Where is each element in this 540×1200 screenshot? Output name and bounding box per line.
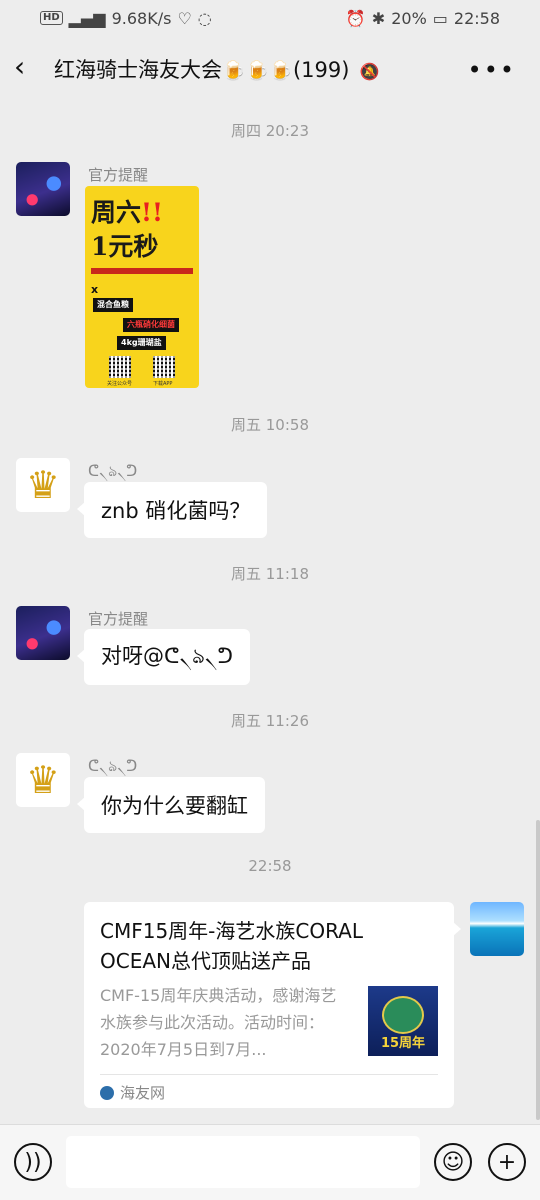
sender-name: 官方提醒: [88, 610, 149, 628]
link-source: 海友网: [100, 1082, 165, 1103]
poster-caption: 下载APP: [153, 381, 173, 387]
battery-icon: ▭: [432, 8, 448, 28]
qr-code: [109, 356, 131, 378]
poster-tag: 六瓶硝化细菌: [123, 318, 179, 332]
thumbnail-text: 15周年: [380, 1036, 426, 1051]
timestamp: 周五 11:18: [231, 565, 309, 583]
poster-headline: 周六!! 1元秒: [91, 196, 163, 264]
message-bubble[interactable]: znb 硝化菌吗？: [76, 482, 268, 538]
message-input[interactable]: [66, 1136, 420, 1188]
source-logo-icon: [100, 1085, 114, 1100]
link-description: CMF-15周年庆典活动，感谢海艺水族参与此次活动。活动时间：2020年7月5日…: [100, 986, 337, 1059]
timestamp: 周五 11:26: [231, 712, 309, 730]
poster-tag: 混合鱼粮: [93, 298, 133, 312]
link-title: CMF15周年-海艺水族CORAL OCEAN总代顶贴送产品: [100, 919, 364, 973]
avatar[interactable]: ♛: [16, 458, 70, 512]
avatar[interactable]: [16, 606, 70, 660]
avatar[interactable]: ♛: [16, 753, 70, 807]
chat-header: ‹ 红海骑士海友大会🍺🍺🍺(199) 🔕 •••: [0, 36, 540, 100]
add-plus-icon[interactable]: +: [488, 1143, 526, 1181]
timestamp: 22:58: [248, 857, 292, 875]
poster-x: x: [91, 283, 99, 296]
member-count: (199): [292, 58, 350, 82]
emoji-icon[interactable]: ☺: [434, 1143, 472, 1181]
message-bubble[interactable]: 对呀@ᕦ৲ঌ৲ᕤ: [77, 629, 250, 685]
mute-bell-icon: 🔕: [359, 62, 380, 81]
crown-icon: ♛: [25, 463, 61, 507]
voice-input-icon[interactable]: )): [14, 1143, 52, 1181]
input-bar: )) ☺ +: [0, 1124, 540, 1200]
status-bar: HD ▂▄▆ 9.68K/s ♡ ◌ ⏰ ✱ 20% ▭ 22:58: [0, 0, 540, 36]
link-thumbnail: 15周年: [368, 986, 438, 1056]
sync-icon: ◌: [197, 8, 212, 28]
alarm-icon: ⏰: [345, 8, 366, 28]
heart-icon: ♡: [177, 8, 192, 28]
timestamp: 周五 10:58: [231, 416, 309, 434]
sender-name: 官方提醒: [88, 166, 149, 184]
poster-line2: 1元秒: [91, 232, 159, 261]
crown-icon: ♛: [25, 758, 61, 802]
poster-image[interactable]: 周六!! 1元秒 x 混合鱼粮 六瓶硝化细菌 4kg珊瑚盐 关注公众号 下载APP: [85, 186, 199, 388]
hd-icon: HD: [40, 11, 63, 25]
poster-caption: 关注公众号: [107, 381, 133, 387]
poster-line1: 周六: [91, 198, 142, 227]
more-options-icon[interactable]: •••: [468, 56, 516, 84]
group-name: 红海骑士海友大会: [54, 58, 222, 82]
network-speed: 9.68K/s: [111, 8, 172, 28]
signal-icon: ▂▄▆: [68, 8, 106, 28]
message-bubble[interactable]: 你为什么要翻缸: [77, 777, 265, 833]
battery-percent: 20%: [391, 8, 427, 28]
chat-title: 红海骑士海友大会🍺🍺🍺(199) 🔕: [54, 54, 379, 84]
divider: [100, 1074, 438, 1075]
bluetooth-icon: ✱: [371, 8, 386, 28]
anniversary-badge-icon: [382, 996, 424, 1034]
qr-code: [153, 356, 175, 378]
scrollbar[interactable]: [536, 820, 540, 1120]
avatar[interactable]: [16, 162, 70, 216]
back-icon[interactable]: ‹: [14, 52, 44, 82]
poster-exclaim: !!: [141, 198, 163, 227]
poster-tag: 4kg珊瑚盐: [117, 336, 166, 350]
clock: 22:58: [453, 8, 500, 28]
poster-divider: [91, 268, 193, 274]
beer-emoji: 🍺🍺🍺: [222, 60, 293, 82]
timestamp: 周四 20:23: [231, 122, 309, 140]
source-name: 海友网: [120, 1084, 166, 1102]
my-avatar[interactable]: [470, 902, 524, 956]
link-card[interactable]: CMF15周年-海艺水族CORAL OCEAN总代顶贴送产品 CMF-15周年庆…: [84, 902, 461, 1108]
